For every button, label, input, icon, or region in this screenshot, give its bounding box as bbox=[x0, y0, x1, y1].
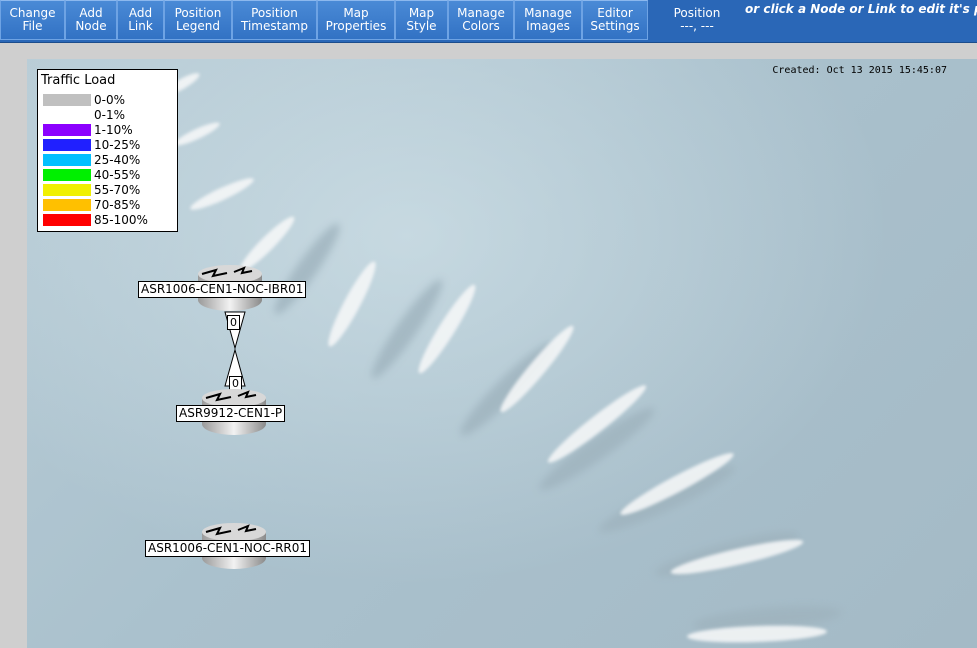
legend-swatch bbox=[43, 109, 91, 121]
manage-images-button[interactable]: Manage Images bbox=[514, 0, 582, 40]
legend-swatch bbox=[43, 154, 91, 166]
legend-label: 0-1% bbox=[94, 108, 126, 122]
legend-label: 40-55% bbox=[94, 168, 141, 182]
legend-swatch bbox=[43, 139, 91, 151]
position-value: ---, --- bbox=[680, 19, 714, 33]
position-readout: Position ---, --- bbox=[648, 0, 746, 40]
node-label[interactable]: ASR1006-CEN1-NOC-IBR01 bbox=[138, 281, 307, 298]
legend-label: 55-70% bbox=[94, 183, 141, 197]
toolbar: Change File Add Node Add Link Position Legen… bbox=[0, 0, 977, 43]
node-label[interactable]: ASR1006-CEN1-NOC-RR01 bbox=[145, 540, 311, 557]
legend-label: 0-0% bbox=[94, 93, 126, 107]
legend-label: 25-40% bbox=[94, 153, 141, 167]
legend-swatch bbox=[43, 94, 91, 106]
position-legend-button[interactable]: Position Legend bbox=[164, 0, 232, 40]
add-link-button[interactable]: Add Link bbox=[117, 0, 164, 40]
map-properties-button[interactable]: Map Properties bbox=[317, 0, 395, 40]
link-out-label[interactable]: 0 bbox=[227, 315, 240, 330]
map-style-button[interactable]: Map Style bbox=[395, 0, 448, 40]
created-timestamp[interactable]: Created: Oct 13 2015 15:45:07 bbox=[772, 65, 947, 76]
manage-colors-button[interactable]: Manage Colors bbox=[448, 0, 514, 40]
legend-swatch bbox=[43, 124, 91, 136]
legend-title: Traffic Load bbox=[41, 73, 116, 88]
legend-swatch bbox=[43, 169, 91, 181]
legend-label: 1-10% bbox=[94, 123, 133, 137]
node-label[interactable]: ASR9912-CEN1-P bbox=[176, 405, 286, 422]
legend-swatch bbox=[43, 199, 91, 211]
position-timestamp-button[interactable]: Position Timestamp bbox=[232, 0, 317, 40]
legend-swatch bbox=[43, 184, 91, 196]
toolbar-hint: or click a Node or Link to edit it's pro… bbox=[745, 2, 977, 16]
legend-label: 85-100% bbox=[94, 213, 148, 227]
editor-settings-button[interactable]: Editor Settings bbox=[582, 0, 648, 40]
legend-label: 10-25% bbox=[94, 138, 141, 152]
traffic-load-legend[interactable]: Traffic Load 0-0% 0-1% 1-10% 10-25% 25-4… bbox=[37, 69, 178, 232]
change-file-button[interactable]: Change File bbox=[0, 0, 65, 40]
add-node-button[interactable]: Add Node bbox=[65, 0, 117, 40]
legend-swatch bbox=[43, 214, 91, 226]
legend-label: 70-85% bbox=[94, 198, 141, 212]
